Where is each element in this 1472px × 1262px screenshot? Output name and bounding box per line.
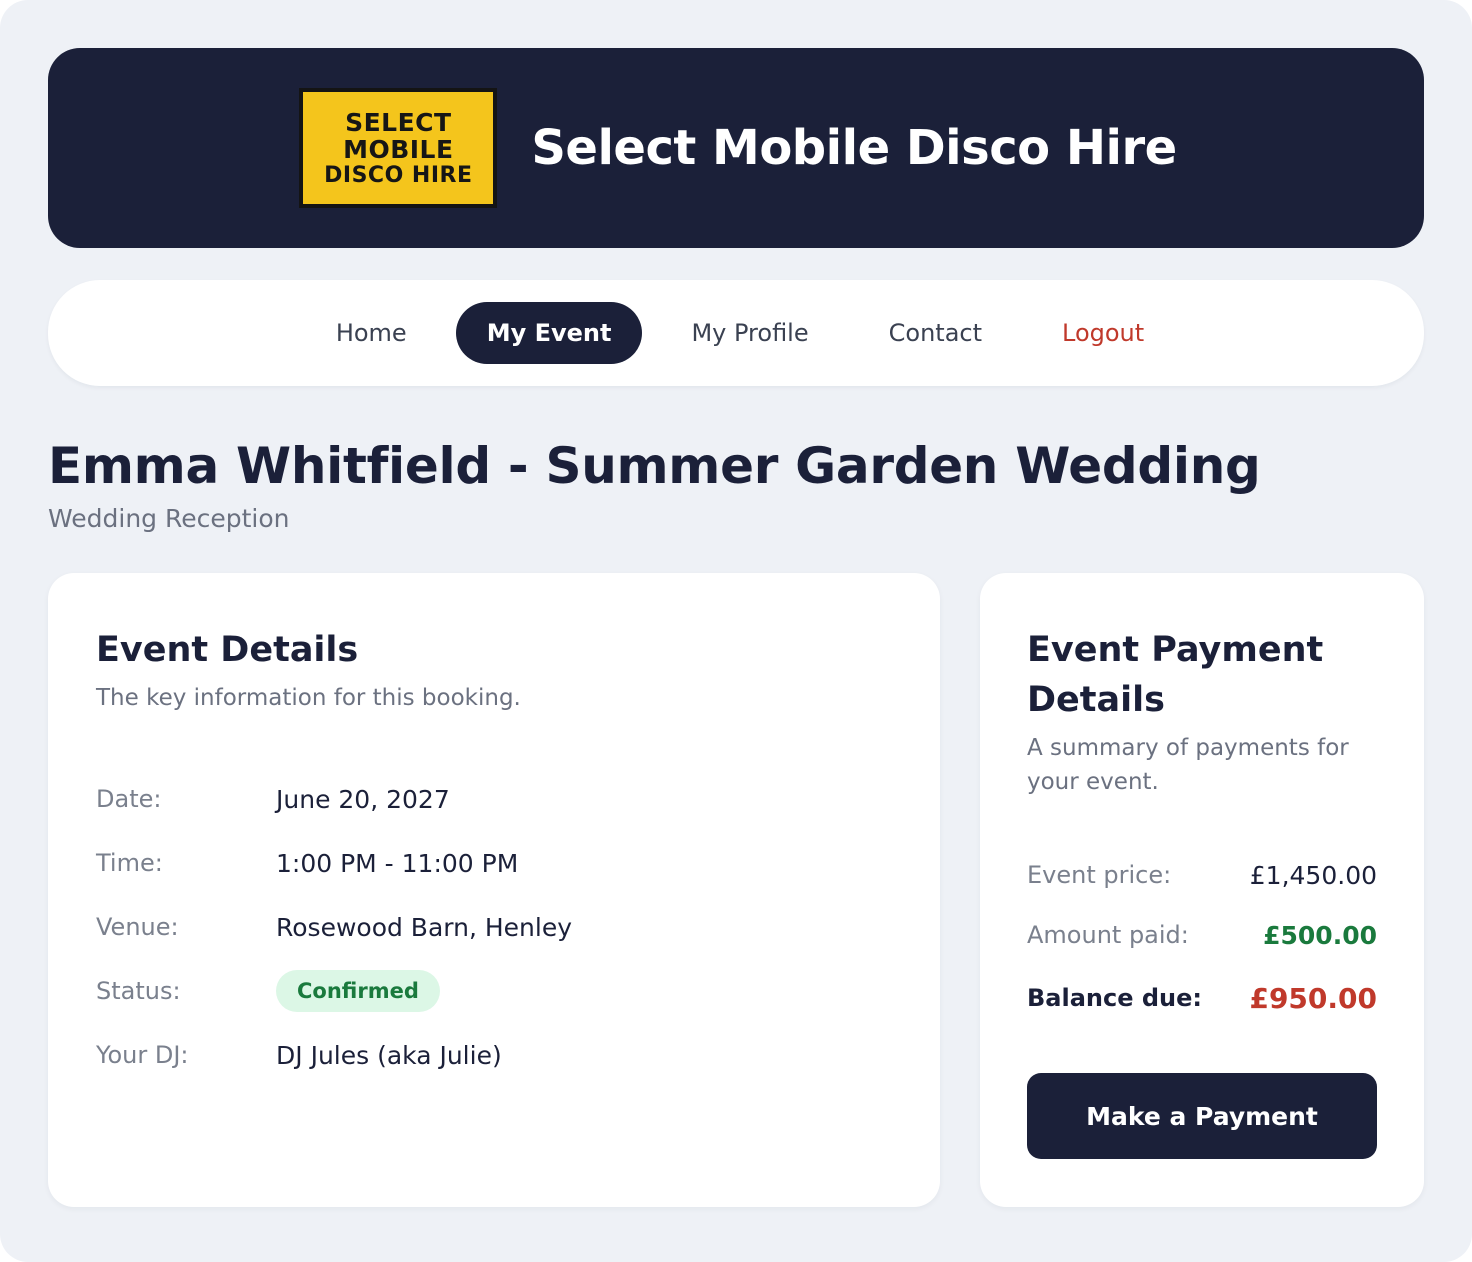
main-nav: Home My Event My Profile Contact Logout: [48, 280, 1424, 386]
detail-value-dj: DJ Jules (aka Julie): [276, 1040, 502, 1070]
payment-details-card: Event Payment Details A summary of payme…: [980, 573, 1424, 1207]
event-details-list: Date: June 20, 2027 Time: 1:00 PM - 11:0…: [96, 767, 892, 1087]
site-header: SELECT MOBILE DISCO HIRE Select Mobile D…: [48, 48, 1424, 248]
brand-logo[interactable]: SELECT MOBILE DISCO HIRE: [299, 88, 498, 208]
nav-item-my-profile[interactable]: My Profile: [660, 302, 839, 364]
detail-label: Venue:: [96, 913, 179, 941]
event-details-title: Event Details: [96, 630, 359, 670]
payment-row-price: Event price: £1,450.00: [1027, 845, 1377, 905]
payment-label: Amount paid:: [1027, 921, 1189, 949]
payment-label: Event price:: [1027, 861, 1172, 889]
nav-items: Home My Event My Profile Contact Logout: [305, 302, 1175, 364]
payment-row-paid: Amount paid: £500.00: [1027, 905, 1377, 965]
payment-label: Balance due:: [1027, 984, 1202, 1012]
logo-line-2: MOBILE: [343, 134, 454, 164]
payment-details-subtitle: A summary of payments for your event.: [1027, 735, 1349, 795]
make-payment-button[interactable]: Make a Payment: [1027, 1073, 1377, 1159]
detail-label: Status:: [96, 977, 181, 1005]
payment-details-title: Event Payment Details: [1027, 630, 1324, 720]
page-title: Emma Whitfield - Summer Garden Wedding: [48, 437, 1261, 495]
detail-value-date: June 20, 2027: [276, 784, 450, 814]
logo-line-3: DISCO HIRE: [324, 162, 473, 188]
detail-value-time: 1:00 PM - 11:00 PM: [276, 848, 519, 878]
detail-label: Your DJ:: [96, 1041, 189, 1069]
detail-row-dj: Your DJ: DJ Jules (aka Julie): [96, 1023, 892, 1087]
event-price-value: £1,450.00: [1249, 860, 1377, 890]
detail-label: Date:: [96, 785, 162, 813]
nav-item-logout[interactable]: Logout: [1031, 302, 1175, 364]
nav-item-my-event[interactable]: My Event: [455, 302, 643, 364]
detail-row-time: Time: 1:00 PM - 11:00 PM: [96, 831, 892, 895]
detail-row-status: Status: Confirmed: [96, 959, 892, 1023]
event-details-card: Event Details The key information for th…: [48, 573, 940, 1207]
nav-item-contact[interactable]: Contact: [858, 302, 1013, 364]
page: SELECT MOBILE DISCO HIRE Select Mobile D…: [0, 0, 1472, 1262]
detail-row-venue: Venue: Rosewood Barn, Henley: [96, 895, 892, 959]
balance-due-value: £950.00: [1249, 981, 1377, 1015]
payment-summary-list: Event price: £1,450.00 Amount paid: £500…: [1027, 845, 1377, 1031]
detail-row-date: Date: June 20, 2027: [96, 767, 892, 831]
cards-row: Event Details The key information for th…: [48, 573, 1424, 1207]
site-title: Select Mobile Disco Hire: [531, 120, 1177, 176]
detail-value-venue: Rosewood Barn, Henley: [276, 912, 572, 942]
logo-line-1: SELECT: [345, 107, 452, 137]
detail-label: Time:: [96, 849, 163, 877]
status-badge: Confirmed: [276, 970, 440, 1012]
page-subtitle: Wedding Reception: [48, 504, 290, 533]
event-details-subtitle: The key information for this booking.: [96, 685, 521, 711]
nav-item-home[interactable]: Home: [305, 302, 438, 364]
amount-paid-value: £500.00: [1263, 920, 1377, 950]
payment-row-balance: Balance due: £950.00: [1027, 965, 1377, 1031]
